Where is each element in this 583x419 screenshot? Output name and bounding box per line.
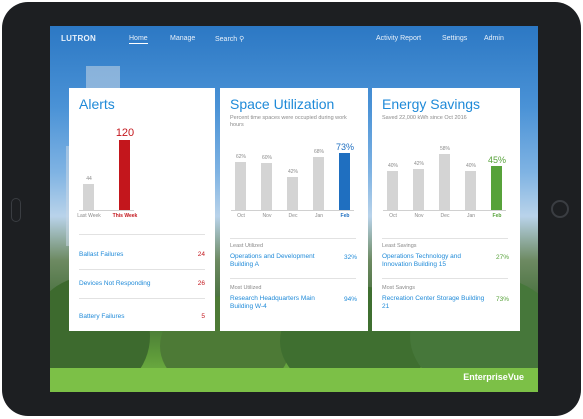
- alerts-title: Alerts: [79, 96, 115, 112]
- alert-row-ballast[interactable]: Ballast Failures 24: [79, 251, 205, 258]
- alert-row-count: 26: [197, 280, 205, 287]
- bar-feb: [339, 153, 350, 210]
- least-savings-building[interactable]: Operations Technology and Innovation Bui…: [382, 253, 486, 269]
- lutron-logo: LUTRON: [61, 34, 97, 43]
- alert-row-label: Ballast Failures: [79, 251, 124, 258]
- most-savings-building[interactable]: Recreation Center Storage Building 21: [382, 295, 486, 311]
- bar-dec: [439, 154, 450, 210]
- nav-settings[interactable]: Settings: [442, 35, 467, 42]
- most-utilized-label: Most Utilized: [230, 285, 262, 291]
- nav-search[interactable]: Search ⚲: [215, 35, 244, 43]
- nav-admin[interactable]: Admin: [484, 35, 504, 42]
- app-screen: LUTRON Home Manage Search ⚲ Activity Rep…: [50, 26, 538, 392]
- x-axis-label: Last Week: [77, 213, 101, 219]
- space-utilization-subtitle: Percent time spaces were occupied during…: [230, 115, 347, 128]
- bar-value-label: 42%: [287, 169, 298, 175]
- bar-value-label: 45%: [487, 155, 506, 165]
- alert-row-devices[interactable]: Devices Not Responding 26: [79, 280, 205, 287]
- alerts-card: Alerts Ballast Failures 24 Devices Not R…: [69, 88, 215, 331]
- alert-row-label: Battery Failures: [79, 313, 125, 320]
- bar-last-week: [83, 184, 94, 210]
- space-utilization-card: Space Utilization Percent time spaces we…: [220, 88, 368, 331]
- energy-savings-subtitle: Saved 22,000 kWh since Oct 2016: [382, 115, 467, 121]
- energy-savings-title: Energy Savings: [382, 96, 481, 112]
- alert-row-battery[interactable]: Battery Failures 5: [79, 313, 205, 320]
- bar-value-label: 60%: [261, 155, 272, 161]
- most-utilized-value: 94%: [343, 296, 357, 303]
- x-axis-label: Feb: [340, 213, 350, 219]
- bar-dec: [287, 177, 298, 210]
- bar-value-label: 68%: [313, 149, 324, 155]
- bar-value-label: 62%: [235, 154, 246, 160]
- bar-value-label: 42%: [413, 161, 424, 167]
- nav-activity-report[interactable]: Activity Report: [376, 35, 421, 42]
- bar-value-label: 44: [86, 176, 92, 182]
- x-axis-label: This Week: [112, 213, 138, 219]
- x-axis-label: Feb: [492, 213, 502, 219]
- bar-oct: [235, 162, 246, 210]
- most-savings-value: 73%: [495, 296, 509, 303]
- chart-baseline: [383, 210, 506, 211]
- bar-value-label: 40%: [465, 163, 476, 169]
- least-savings-value: 27%: [495, 254, 509, 261]
- alert-row-label: Devices Not Responding: [79, 280, 151, 287]
- bar-value-label: 58%: [439, 146, 450, 152]
- alert-row-count: 5: [201, 313, 205, 320]
- energy-savings-card: Energy Savings Saved 22,000 kWh since Oc…: [372, 88, 520, 331]
- space-utilization-title: Space Utilization: [230, 96, 335, 112]
- least-utilized-value: 32%: [343, 254, 357, 261]
- bar-value-label: 120: [115, 127, 135, 139]
- bar-jan: [465, 171, 476, 210]
- nav-manage[interactable]: Manage: [170, 35, 195, 42]
- camera-icon: [551, 200, 569, 218]
- nav-home[interactable]: Home: [129, 35, 148, 44]
- least-utilized-label: Least Utilized: [230, 243, 264, 249]
- bar-feb: [491, 166, 502, 210]
- least-utilized-building[interactable]: Operations and Development Building A: [230, 253, 334, 269]
- chart-baseline: [231, 210, 354, 211]
- bar-oct: [387, 171, 398, 210]
- least-savings-label: Least Savings: [382, 243, 417, 249]
- bar-nov: [261, 163, 272, 210]
- tablet-frame: LUTRON Home Manage Search ⚲ Activity Rep…: [2, 2, 581, 416]
- top-nav: LUTRON Home Manage Search ⚲ Activity Rep…: [50, 26, 538, 54]
- bar-nov: [413, 169, 424, 210]
- most-utilized-building[interactable]: Research Headquarters Main Building W-4: [230, 295, 334, 311]
- most-savings-label: Most Savings: [382, 285, 416, 291]
- bar-this-week: [119, 140, 130, 210]
- bar-jan: [313, 157, 324, 210]
- bar-value-label: 40%: [387, 163, 398, 169]
- home-button[interactable]: [11, 198, 21, 222]
- enterprisevue-logo: EnterpriseVue: [463, 372, 524, 382]
- alert-row-count: 24: [197, 251, 205, 258]
- chart-baseline: [79, 210, 134, 211]
- bar-value-label: 73%: [335, 142, 354, 152]
